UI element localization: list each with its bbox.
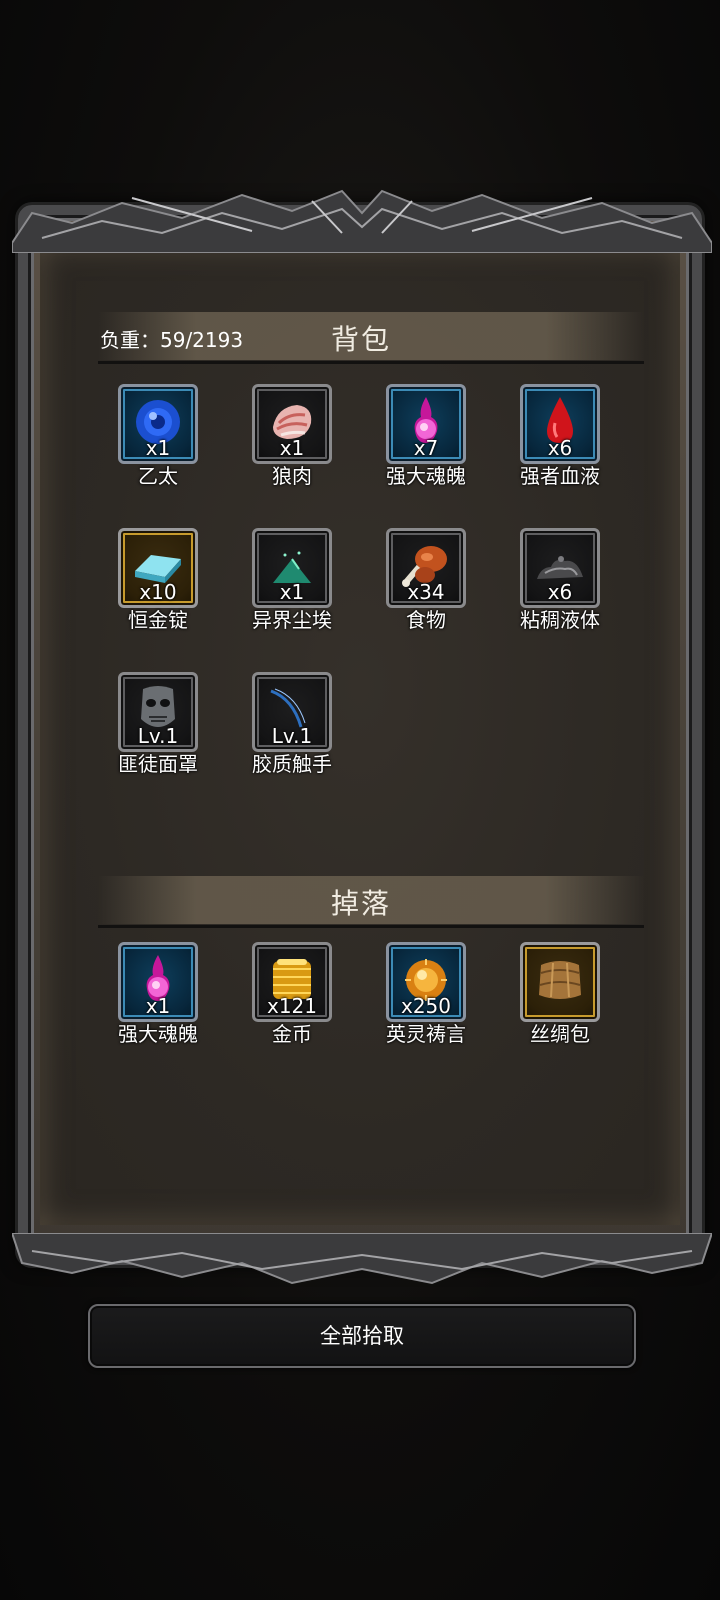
item-name: 异界尘埃 [252,608,332,632]
bag-item[interactable]: x6 粘稠液体 [500,528,620,648]
item-name: 强者血液 [520,464,600,488]
drops-header: 掉落 [78,876,644,928]
bag-item[interactable]: x7 强大魂魄 [366,384,486,504]
bag-item[interactable]: Lv.1 匪徒面罩 [98,672,218,792]
item-quantity: x7 [413,436,439,460]
bag-item[interactable]: x1 乙太 [98,384,218,504]
bag-item[interactable]: x10 恒金锭 [98,528,218,648]
item-level: Lv.1 [271,724,313,748]
item-level: Lv.1 [137,724,179,748]
drop-item[interactable]: x1 强大魂魄 [98,942,218,1062]
item-quantity: x1 [279,436,305,460]
bag-item[interactable]: x6 强者血液 [500,384,620,504]
drops-title: 掉落 [330,887,391,920]
item-quantity: x1 [145,436,171,460]
item-name: 恒金锭 [128,608,188,632]
item-quantity: x250 [400,994,451,1018]
drop-item[interactable]: 丝绸包 [500,942,620,1062]
silk-bag-icon [539,961,581,999]
item-quantity: x6 [547,436,573,460]
item-quantity: x34 [407,580,445,604]
item-name: 金币 [272,1022,312,1046]
bag-item[interactable]: x34 食物 [366,528,486,648]
item-name: 狼肉 [272,464,312,488]
item-name: 强大魂魄 [386,464,466,488]
drop-item[interactable]: x121 金币 [232,942,352,1062]
item-quantity: x10 [139,580,177,604]
drop-item[interactable]: x250 英灵祷言 [366,942,486,1062]
bag-header-divider [98,361,644,364]
item-name: 乙太 [138,464,178,488]
item-slot [520,942,600,1022]
ornament-top-icon [12,189,712,253]
item-name: 强大魂魄 [118,1022,198,1046]
pick-all-button[interactable]: 全部拾取 [88,1304,636,1368]
bag-header: 负重：59/2193 背包 [78,312,644,364]
bag-title: 背包 [330,323,391,356]
ornament-bottom-icon [12,1233,712,1285]
item-name: 胶质触手 [252,752,332,776]
item-name: 食物 [406,608,446,632]
item-quantity: x6 [547,580,573,604]
item-quantity: x121 [266,994,317,1018]
pick-all-label: 全部拾取 [320,1324,404,1348]
bag-item[interactable]: Lv.1 胶质触手 [232,672,352,792]
item-name: 粘稠液体 [520,608,600,632]
drops-header-divider [98,925,644,928]
loot-screen: 负重：59/2193 背包 x1 乙太 x1 狼肉 x7 强大魂魄 x6 强者血… [0,0,720,1600]
item-name: 丝绸包 [530,1022,590,1046]
item-name: 英灵祷言 [386,1022,466,1046]
bag-item[interactable]: x1 异界尘埃 [232,528,352,648]
item-quantity: x1 [145,994,171,1018]
item-name: 匪徒面罩 [118,752,198,776]
bag-item[interactable]: x1 狼肉 [232,384,352,504]
item-quantity: x1 [279,580,305,604]
